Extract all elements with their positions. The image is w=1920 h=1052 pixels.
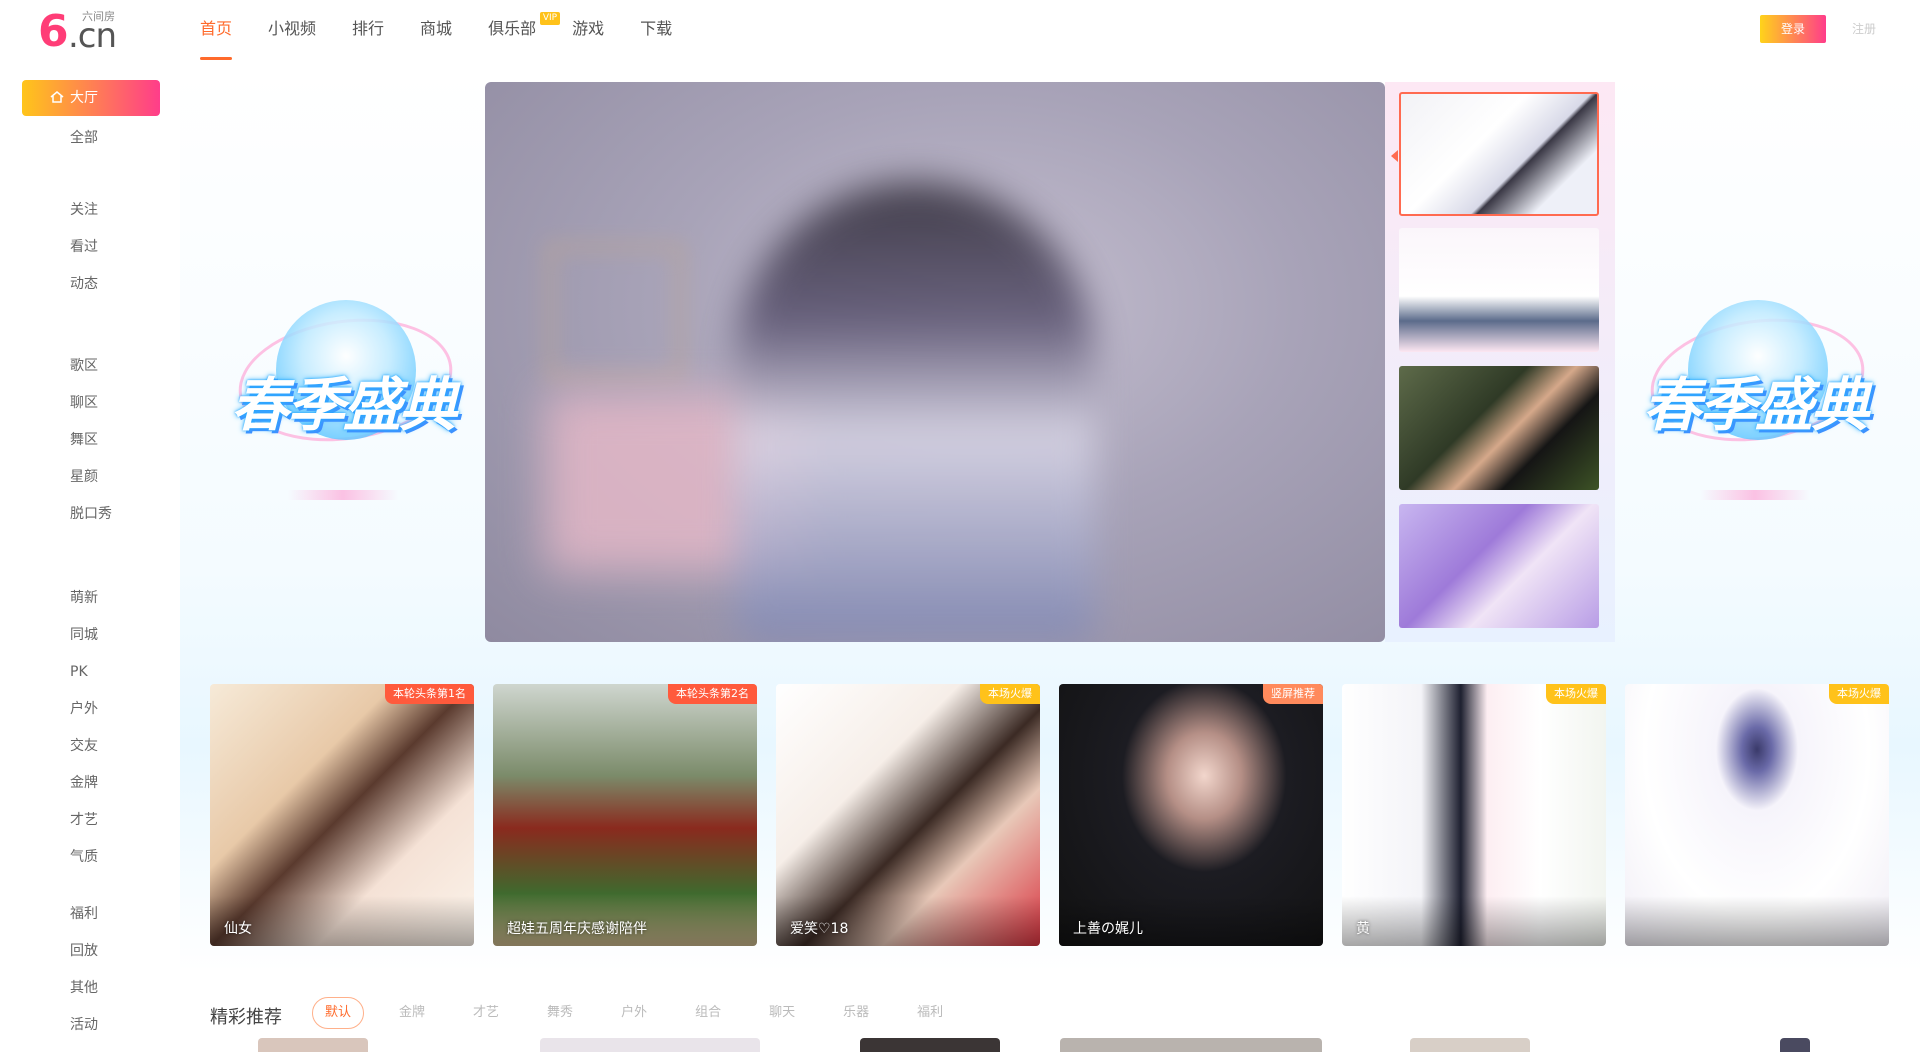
sidebar-item-outdoor[interactable]: 户外 <box>70 699 98 719</box>
hero-thumbnail-list <box>1385 82 1615 642</box>
stream-card[interactable]: 本场火爆 <box>1625 684 1889 946</box>
hero-thumb-4[interactable] <box>1399 504 1599 628</box>
stream-card[interactable]: 本轮头条第1名 仙女 <box>210 684 474 946</box>
stream-card[interactable]: 本场火爆 黄 <box>1342 684 1606 946</box>
sidebar-item-other[interactable]: 其他 <box>70 978 98 998</box>
sidebar-item-friends[interactable]: 交友 <box>70 736 98 756</box>
card-tag: 本场火爆 <box>1546 684 1606 704</box>
logo-mark: 6 <box>38 6 69 57</box>
art-underline <box>288 490 398 500</box>
nav-label: 排行 <box>352 19 385 38</box>
recommend-card-peek[interactable] <box>1060 1038 1322 1052</box>
sidebar-item-pk[interactable]: PK <box>70 662 88 682</box>
sidebar-item-talent[interactable]: 才艺 <box>70 810 98 830</box>
tab-instrument[interactable]: 乐器 <box>830 997 882 1029</box>
hero-thumb-1[interactable] <box>1399 92 1599 216</box>
card-shade <box>1342 896 1606 946</box>
card-tag: 本轮头条第2名 <box>668 684 757 704</box>
card-name: 黄 <box>1356 921 1370 937</box>
card-tag: 本轮头条第1名 <box>385 684 474 704</box>
top-header: 6 .cn 六间房 首页 小视频 排行 商城 俱乐部 VIP 游戏 下载 登录 注… <box>0 0 1920 72</box>
sidebar-item-replay[interactable]: 回放 <box>70 941 98 961</box>
card-name: 仙女 <box>224 921 252 937</box>
nav-label: 小视频 <box>268 19 317 38</box>
hero-thumb-3[interactable] <box>1399 366 1599 490</box>
tab-welfare[interactable]: 福利 <box>904 997 956 1029</box>
sidebar-item-dance[interactable]: 舞区 <box>70 430 98 450</box>
sidebar-item-welfare[interactable]: 福利 <box>70 904 98 924</box>
logo-small-text: 六间房 <box>82 10 115 23</box>
nav-short-video[interactable]: 小视频 <box>268 0 316 60</box>
home-icon <box>50 91 64 103</box>
sidebar-hall-button[interactable]: 大厅 <box>22 80 160 116</box>
recommend-card-peek[interactable] <box>860 1038 1000 1052</box>
art-title: 春季盛典 <box>230 371 457 439</box>
nav-club[interactable]: 俱乐部 VIP <box>488 0 561 60</box>
card-tag: 本场火爆 <box>980 684 1040 704</box>
recommend-title: 精彩推荐 <box>210 1007 282 1028</box>
hero-art-left[interactable]: 春季盛典 <box>208 280 478 550</box>
card-name: 超娃五周年庆感谢陪伴 <box>507 921 647 937</box>
card-shade <box>1625 896 1889 946</box>
sidebar-item-local[interactable]: 同城 <box>70 625 98 645</box>
sidebar-item-talkshow[interactable]: 脱口秀 <box>70 504 112 524</box>
card-name: 爱笑♡18 <box>790 921 849 937</box>
nav-label: 游戏 <box>572 19 605 38</box>
nav-label: 商城 <box>420 19 453 38</box>
recommend-card-peek[interactable] <box>540 1038 760 1052</box>
tab-outdoor[interactable]: 户外 <box>608 997 660 1029</box>
sidebar-item-elegant[interactable]: 气质 <box>70 847 98 867</box>
card-name: 上善の娓儿 <box>1073 921 1143 937</box>
sidebar-item-chat[interactable]: 聊区 <box>70 393 98 413</box>
art-underline <box>1700 490 1810 500</box>
nav-ranking[interactable]: 排行 <box>352 0 384 60</box>
tab-chat[interactable]: 聊天 <box>756 997 808 1029</box>
recommend-card-peek[interactable] <box>1780 1038 1810 1052</box>
vip-badge: VIP <box>539 12 561 25</box>
recommend-card-peek[interactable] <box>258 1038 368 1052</box>
hero-thumb-2[interactable] <box>1399 228 1599 352</box>
sidebar-item-star[interactable]: 星颜 <box>70 467 98 487</box>
recommend-tabs: 默认 金牌 才艺 舞秀 户外 组合 聊天 乐器 福利 <box>312 997 978 1029</box>
register-link[interactable]: 注册 <box>1852 15 1876 43</box>
sidebar-item-newbie[interactable]: 萌新 <box>70 588 98 608</box>
main-nav: 首页 小视频 排行 商城 俱乐部 VIP 游戏 下载 <box>200 0 708 60</box>
featured-streams: 本轮头条第1名 仙女 本轮头条第2名 超娃五周年庆感谢陪伴 本场火爆 爱笑♡18… <box>210 684 1890 948</box>
nav-label: 俱乐部 <box>488 19 537 38</box>
nav-label: 首页 <box>200 19 233 38</box>
live-video-player[interactable] <box>485 82 1385 642</box>
art-title: 春季盛典 <box>1642 371 1869 439</box>
sidebar-item-events[interactable]: 活动 <box>70 1015 98 1035</box>
hero-art-right[interactable]: 春季盛典 <box>1620 280 1890 550</box>
sidebar-hall-label: 大厅 <box>70 90 98 106</box>
nav-store[interactable]: 商城 <box>420 0 452 60</box>
stream-card[interactable]: 本轮头条第2名 超娃五周年庆感谢陪伴 <box>493 684 757 946</box>
sidebar-item-singing[interactable]: 歌区 <box>70 356 98 376</box>
tab-group[interactable]: 组合 <box>682 997 734 1029</box>
recommend-card-peek[interactable] <box>1410 1038 1530 1052</box>
login-button[interactable]: 登录 <box>1760 15 1826 43</box>
nav-label: 下载 <box>640 19 673 38</box>
stream-card[interactable]: 本场火爆 爱笑♡18 <box>776 684 1040 946</box>
sidebar-item-all[interactable]: 全部 <box>70 128 98 148</box>
card-tag: 竖屏推荐 <box>1263 684 1323 704</box>
tab-gold[interactable]: 金牌 <box>386 997 438 1029</box>
nav-games[interactable]: 游戏 <box>572 0 604 60</box>
stream-card[interactable]: 竖屏推荐 上善の娓儿 <box>1059 684 1323 946</box>
video-blur-figure <box>735 182 1095 642</box>
left-sidebar: 大厅 全部 关注 看过 动态 歌区 聊区 舞区 星颜 脱口秀 萌新 同城 PK … <box>0 72 180 1052</box>
video-blur-frame <box>545 242 685 382</box>
tab-talent[interactable]: 才艺 <box>460 997 512 1029</box>
nav-home[interactable]: 首页 <box>200 0 233 60</box>
sidebar-item-feed[interactable]: 动态 <box>70 274 98 294</box>
sidebar-item-history[interactable]: 看过 <box>70 237 98 257</box>
thumb-pointer-icon <box>1391 150 1398 162</box>
nav-download[interactable]: 下载 <box>640 0 672 60</box>
card-tag: 本场火爆 <box>1829 684 1889 704</box>
sidebar-item-gold[interactable]: 金牌 <box>70 773 98 793</box>
sidebar-item-follow[interactable]: 关注 <box>70 200 98 220</box>
tab-default[interactable]: 默认 <box>312 997 365 1029</box>
tab-dance[interactable]: 舞秀 <box>534 997 586 1029</box>
site-logo[interactable]: 6 .cn 六间房 <box>38 6 138 57</box>
